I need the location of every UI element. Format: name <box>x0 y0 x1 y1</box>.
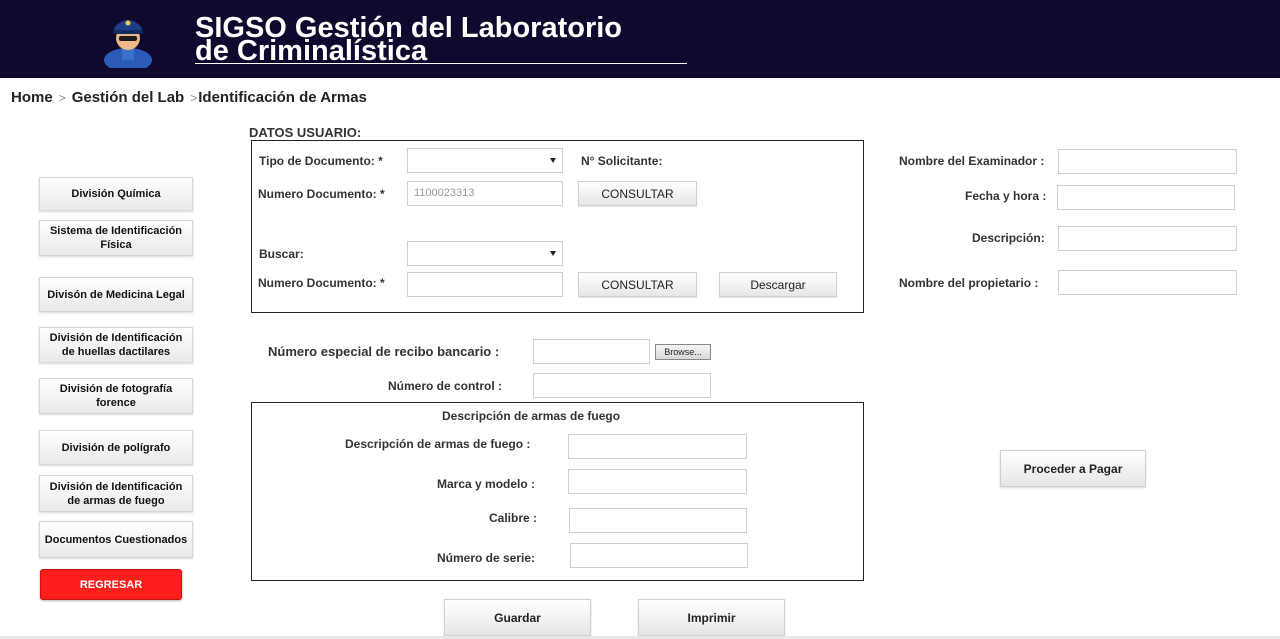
doc-type-select[interactable] <box>407 148 563 173</box>
sidebar-item-poligrafo[interactable]: División de polígrafo <box>39 430 193 465</box>
breadcrumb-lab[interactable]: Gestión del Lab <box>72 89 185 106</box>
sidebar-item-fotografia[interactable]: División de fotografía forence <box>39 378 193 414</box>
sidebar-item-documentos[interactable]: Documentos Cuestionados <box>39 521 193 558</box>
examiner-label: Nombre del Examinador : <box>899 154 1045 168</box>
control-label: Número de control : <box>388 379 503 393</box>
sidebar-item-identificacion-fisica[interactable]: Sistema de Identificación Física <box>39 220 193 256</box>
caliber-label: Calibre : <box>489 511 538 525</box>
breadcrumb: Home > Gestión del Lab >Identificación de A… <box>11 89 367 106</box>
breadcrumb-home[interactable]: Home <box>11 89 53 106</box>
consult-button[interactable]: CONSULTAR <box>578 181 697 206</box>
save-button[interactable]: Guardar <box>444 599 591 636</box>
browse-button[interactable]: Browse... <box>655 344 711 360</box>
app-title-line2: de Criminalística <box>195 35 428 67</box>
sidebar-item-quimica[interactable]: División Química <box>39 177 193 211</box>
breadcrumb-current: Identificación de Armas <box>198 89 367 106</box>
description-label: Descripción: <box>972 231 1045 245</box>
requester-label: N° Solicitante: <box>581 154 663 168</box>
firearm-description-label: Descripción de armas de fuego : <box>345 437 531 451</box>
datetime-input[interactable] <box>1057 185 1235 210</box>
caliber-input[interactable] <box>569 508 747 533</box>
receipt-file-input[interactable] <box>533 339 650 364</box>
brand-input[interactable] <box>568 469 747 494</box>
pay-button[interactable]: Proceder a Pagar <box>1000 450 1146 487</box>
owner-label: Nombre del propietario : <box>899 276 1039 290</box>
description-input[interactable] <box>1058 226 1237 251</box>
chevron-down-icon <box>550 251 556 256</box>
breadcrumb-separator: > <box>190 91 198 105</box>
doc-type-label: Tipo de Documento: * <box>259 154 383 168</box>
doc-number-input[interactable]: 1100023313 <box>407 181 563 206</box>
sidebar-item-huellas[interactable]: División de Identificación de huellas da… <box>39 327 193 363</box>
serial-label: Número de serie: <box>437 551 536 565</box>
firearms-title: Descripción de armas de fuego <box>442 409 621 423</box>
firearm-description-input[interactable] <box>568 434 747 459</box>
datetime-label: Fecha y hora : <box>965 189 1047 203</box>
consult2-button[interactable]: CONSULTAR <box>578 272 697 297</box>
breadcrumb-separator: > <box>58 91 66 105</box>
back-button[interactable]: REGRESAR <box>40 569 182 600</box>
examiner-input[interactable] <box>1058 149 1237 174</box>
print-button[interactable]: Imprimir <box>638 599 785 636</box>
search-select[interactable] <box>407 241 563 266</box>
receipt-label: Número especial de recibo bancario : <box>268 344 500 359</box>
sidebar-item-medicina-legal[interactable]: Divisón de Medicina Legal <box>39 277 193 312</box>
doc-number2-input[interactable] <box>407 272 563 297</box>
doc-number-label: Numero Documento: * <box>258 187 385 201</box>
owner-input[interactable] <box>1058 270 1237 295</box>
firearms-box <box>251 402 864 581</box>
download-button[interactable]: Descargar <box>719 272 837 297</box>
user-data-title: DATOS USUARIO: <box>249 125 362 140</box>
app-header <box>0 0 1280 78</box>
sidebar-item-armas-fuego[interactable]: División de Identificación de armas de f… <box>39 475 193 512</box>
doc-number2-label: Numero Documento: * <box>258 276 385 290</box>
title-underline <box>195 63 687 64</box>
serial-input[interactable] <box>570 543 748 568</box>
police-officer-icon <box>104 20 152 68</box>
chevron-down-icon <box>550 158 556 163</box>
brand-label: Marca y modelo : <box>437 477 536 491</box>
control-input[interactable] <box>533 373 711 398</box>
search-label: Buscar: <box>259 247 304 261</box>
